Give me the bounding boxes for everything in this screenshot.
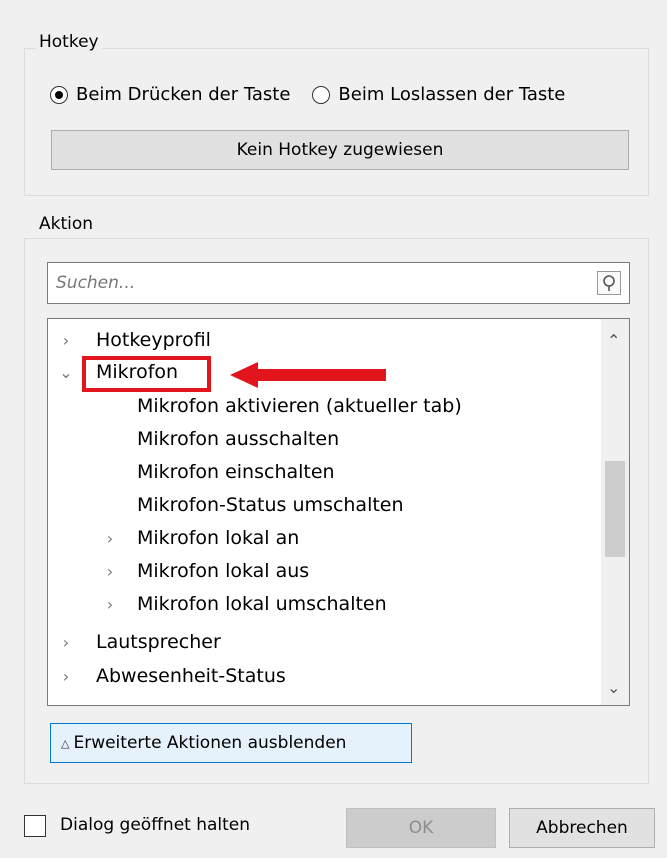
search-icon[interactable] [597,271,621,295]
chevron-down-icon[interactable]: ⌄ [59,363,72,382]
tree-item-mikrofon-lokal-an[interactable]: › Mikrofon lokal an [48,523,603,553]
scroll-down-icon[interactable]: ⌄ [607,678,620,697]
tree-item-lautsprecher[interactable]: › Lautsprecher [48,627,603,657]
tree-item-hotkeyprofil[interactable]: › Hotkeyprofil [48,325,603,355]
radio-release-label[interactable]: Beim Loslassen der Taste [338,84,565,105]
tree-scrollbar[interactable]: ⌃ ⌄ [601,319,629,705]
tree-item-label: Mikrofon lokal aus [137,560,310,582]
ok-button[interactable]: OK [346,808,496,848]
tree-item-label: Abwesenheit-Status [96,665,286,687]
annotation-highlight-box [82,356,211,392]
tree-item-mikrofon-lokal-umschalten[interactable]: › Mikrofon lokal umschalten [48,589,603,619]
radio-unchecked-icon[interactable] [312,85,331,104]
tree-item-label: Mikrofon aktivieren (aktueller tab) [137,395,462,417]
action-group-title: Aktion [36,214,97,234]
triangle-up-icon: △ [61,736,70,750]
hotkey-mode-radios: Beim Drücken der Taste Beim Loslassen de… [50,84,565,105]
chevron-right-icon[interactable]: › [104,595,116,614]
chevron-right-icon[interactable]: › [60,331,72,350]
tree-item-label: Hotkeyprofil [96,329,211,351]
toggle-advanced-actions-button[interactable]: △ Erweiterte Aktionen ausblenden [50,723,412,763]
chevron-right-icon[interactable]: › [60,667,72,686]
tree-item-label: Mikrofon ausschalten [137,428,340,450]
radio-press-label[interactable]: Beim Drücken der Taste [76,84,290,105]
tree-item-label: Mikrofon einschalten [137,461,335,483]
keep-open-checkbox[interactable] [24,815,46,837]
tree-item-mikrofon-lokal-aus[interactable]: › Mikrofon lokal aus [48,556,603,586]
tree-item-abwesenheit-status[interactable]: › Abwesenheit-Status [48,661,603,691]
hotkey-group-title: Hotkey [36,32,102,52]
scroll-up-icon[interactable]: ⌃ [607,331,620,350]
tree-item-label: Mikrofon lokal umschalten [137,593,387,615]
red-arrow-icon [230,362,386,388]
radio-checked-icon[interactable] [50,85,68,104]
hotkey-group [24,48,649,196]
search-input[interactable]: Suchen... [56,273,135,293]
scroll-thumb[interactable] [605,461,625,557]
tree-item-label: Mikrofon-Status umschalten [137,494,404,516]
tree-item-label: Lautsprecher [96,631,221,653]
tree-item-mikrofon-ausschalten[interactable]: Mikrofon ausschalten [48,424,603,454]
tree-item-mikrofon-status[interactable]: Mikrofon-Status umschalten [48,490,603,520]
search-box[interactable]: Suchen... [47,262,630,304]
advanced-button-label: Erweiterte Aktionen ausblenden [73,733,347,753]
chevron-right-icon[interactable]: › [104,529,116,548]
keep-open-label[interactable]: Dialog geöffnet halten [60,815,250,835]
cancel-button[interactable]: Abbrechen [509,808,655,848]
tree-item-mikrofon-aktivieren[interactable]: Mikrofon aktivieren (aktueller tab) [48,391,603,421]
tree-item-label: Mikrofon lokal an [137,527,300,549]
chevron-right-icon[interactable]: › [104,562,116,581]
assign-hotkey-button[interactable]: Kein Hotkey zugewiesen [51,130,629,170]
chevron-right-icon[interactable]: › [60,633,72,652]
tree-item-mikrofon-einschalten[interactable]: Mikrofon einschalten [48,457,603,487]
